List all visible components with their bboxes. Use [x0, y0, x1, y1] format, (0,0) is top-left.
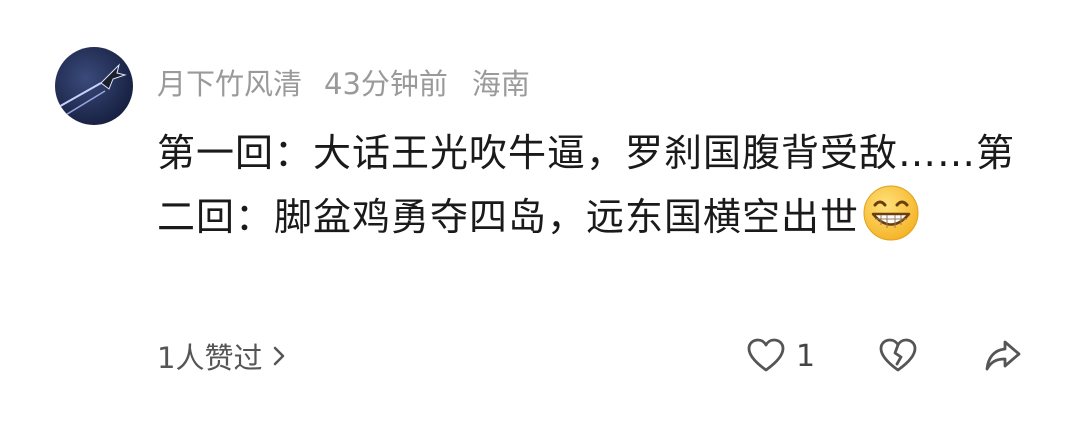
grinning-face-emoji-icon [861, 183, 921, 243]
author-name[interactable]: 月下竹风清 [157, 61, 302, 103]
comment-time: 43分钟前 [324, 67, 448, 101]
dislike-button[interactable] [878, 332, 918, 380]
chevron-right-icon [274, 346, 285, 366]
liked-by-link[interactable]: 1人赞过 [157, 336, 286, 376]
comment-location: 海南 [471, 67, 530, 101]
share-button[interactable] [983, 332, 1023, 380]
avatar-image [55, 47, 133, 125]
heart-outline-icon [747, 338, 785, 372]
share-arrow-icon [985, 340, 1021, 371]
liked-by-text: 1人赞过 [157, 341, 263, 375]
avatar[interactable] [55, 47, 133, 125]
comment-meta: 月下竹风清 43分钟前 海南 [157, 60, 530, 104]
like-button[interactable]: 1 [746, 332, 815, 380]
comment-body: 第一回：大话王光吹牛逼，罗刹国腹背受敌……第二回：脚盆鸡勇夺四岛，远东国横空出世 [157, 123, 1017, 247]
like-count: 1 [796, 338, 816, 374]
broken-heart-icon [879, 338, 917, 372]
